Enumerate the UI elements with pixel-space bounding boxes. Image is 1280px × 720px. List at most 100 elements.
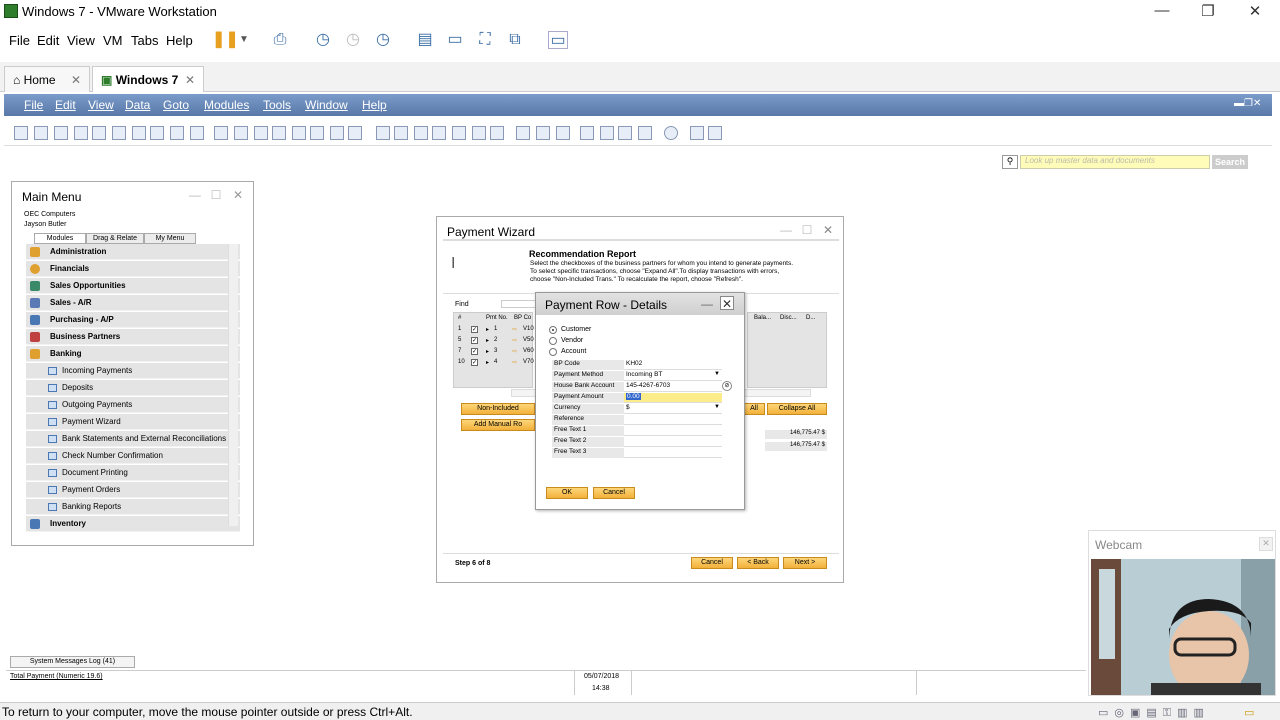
close-icon[interactable]: ✕ [185,73,195,87]
vm-menu-vm[interactable]: VM [103,33,123,48]
excel-icon[interactable] [112,126,126,140]
add-manual-row-button[interactable]: Add Manual Ro [461,419,535,431]
word-icon[interactable] [132,126,146,140]
link-arrow-icon[interactable]: ⇨ [512,337,517,344]
system-messages-log-tab[interactable]: System Messages Log (41) [10,656,135,668]
email-icon[interactable] [54,126,68,140]
target-doc-icon[interactable] [394,126,408,140]
minimize-button[interactable]: — [1152,2,1172,19]
module-business-partners[interactable]: Business Partners [26,329,240,345]
sap-menu-data[interactable]: Data [125,98,150,112]
banking-incoming-payments[interactable]: Incoming Payments [26,363,240,379]
tab-drag-relate[interactable]: Drag & Relate [86,233,144,244]
alerts-icon[interactable] [618,126,632,140]
expand-arrow-icon[interactable]: ▸ [486,348,489,355]
approve-icon[interactable] [556,126,570,140]
row-checkbox[interactable]: ✓ [471,337,478,344]
view-mode-icon[interactable]: ▭ [548,31,568,49]
snapshot-manager-icon[interactable]: ◷ [373,31,393,49]
revert-snapshot-icon[interactable]: ◷ [343,31,363,49]
module-sales-ar[interactable]: Sales - A/R [26,295,240,311]
collapse-all-button[interactable]: Collapse All [767,403,827,415]
vm-menu-help[interactable]: Help [166,33,193,48]
table-row[interactable]: 1 ✓ ▸ 1 ⇨ V10 [454,326,534,336]
gross-profit-icon[interactable] [414,126,428,140]
banking-reports[interactable]: Banking Reports [26,499,240,515]
table-row[interactable]: 10 ✓ ▸ 4 ⇨ V70 [454,359,534,369]
tab-home[interactable]: ⌂ Home ✕ [4,66,90,92]
device-status-icons[interactable]: ▭◎▣▤⚿▥▥ [1098,706,1210,720]
last-record-icon[interactable] [310,126,324,140]
module-banking[interactable]: Banking [26,346,240,362]
vm-menu-file[interactable]: File [9,33,30,48]
export-icon[interactable] [74,126,88,140]
settings-icon[interactable] [472,126,486,140]
wizard-back-button[interactable]: < Back [737,557,779,569]
module-sales-opportunities[interactable]: Sales Opportunities [26,278,240,294]
save-icon[interactable] [92,126,106,140]
banking-check-number[interactable]: Check Number Confirmation [26,448,240,464]
module-inventory[interactable]: Inventory [26,516,240,532]
sap-menu-file[interactable]: File [24,98,43,112]
next-record-icon[interactable] [292,126,306,140]
expand-arrow-icon[interactable]: ▸ [486,337,489,344]
messages-icon[interactable] [600,126,614,140]
free-text-2-field[interactable] [624,437,722,447]
send-ctrl-alt-del-icon[interactable]: ⎙ [270,31,290,49]
sap-menu-window[interactable]: Window [305,98,348,112]
banking-outgoing-payments[interactable]: Outgoing Payments [26,397,240,413]
search-button[interactable]: Search [1212,155,1248,169]
bp-code-field[interactable]: KH02 [624,360,722,370]
banking-deposits[interactable]: Deposits [26,380,240,396]
lock-icon[interactable] [190,126,204,140]
minimize-icon[interactable]: — [700,297,714,311]
search-input[interactable]: Look up master data and documents [1020,155,1210,169]
sort-icon[interactable] [348,126,362,140]
message-icon[interactable]: ▭ [1244,706,1254,719]
sap-menu-edit[interactable]: Edit [55,98,76,112]
filter-icon[interactable] [330,126,344,140]
vm-menu-tabs[interactable]: Tabs [131,33,158,48]
main-menu-scrollbar[interactable] [228,244,238,526]
radio-vendor[interactable] [549,337,557,345]
expand-arrow-icon[interactable]: ▸ [486,359,489,366]
sidebar-icon[interactable]: ▤ [415,31,435,49]
search-icon[interactable]: ⚲ [1002,155,1018,169]
tab-modules[interactable]: Modules [34,233,86,244]
link-arrow-icon[interactable]: ⇨ [512,348,517,355]
table-row[interactable]: 5 ✓ ▸ 2 ⇨ V50 [454,337,534,347]
expand-all-button[interactable]: All [743,403,765,415]
chevron-down-icon[interactable]: ▼ [234,31,254,49]
row-checkbox[interactable]: ✓ [471,359,478,366]
vm-menu-view[interactable]: View [67,33,95,48]
close-icon[interactable]: ✕ [720,296,734,311]
previous-record-icon[interactable] [272,126,286,140]
calculator-icon[interactable] [690,126,704,140]
new-doc-icon[interactable] [14,126,28,140]
console-view-icon[interactable]: ▭ [445,31,465,49]
users-icon[interactable] [638,126,652,140]
currency-select[interactable]: $ [624,404,722,414]
table-row[interactable]: 7 ✓ ▸ 3 ⇨ V60 [454,348,534,358]
banking-payment-wizard[interactable]: Payment Wizard [26,414,240,430]
link-icon[interactable]: ⊘ [722,381,732,391]
snapshot-icon[interactable]: ◷ [313,31,333,49]
close-icon[interactable]: ✕ [821,223,835,237]
module-administration[interactable]: Administration [26,244,240,260]
calendar-icon[interactable] [580,126,594,140]
details-ok-button[interactable]: OK [546,487,588,499]
payment-means-icon[interactable] [432,126,446,140]
close-icon[interactable]: ✕ [71,73,81,87]
chevron-down-icon[interactable]: ▼ [714,371,720,377]
pause-icon[interactable]: ❚❚ [212,31,239,49]
radio-customer[interactable] [549,326,557,334]
link-arrow-icon[interactable]: ⇨ [512,326,517,333]
maximize-icon[interactable]: ☐ [800,223,814,237]
layout-icon[interactable] [490,126,504,140]
close-button[interactable]: ✕ [1245,2,1265,20]
module-financials[interactable]: Financials [26,261,240,277]
binoculars-icon[interactable] [214,126,228,140]
vm-menu-edit[interactable]: Edit [37,33,59,48]
first-record-icon[interactable] [254,126,268,140]
help-icon[interactable] [664,126,678,140]
